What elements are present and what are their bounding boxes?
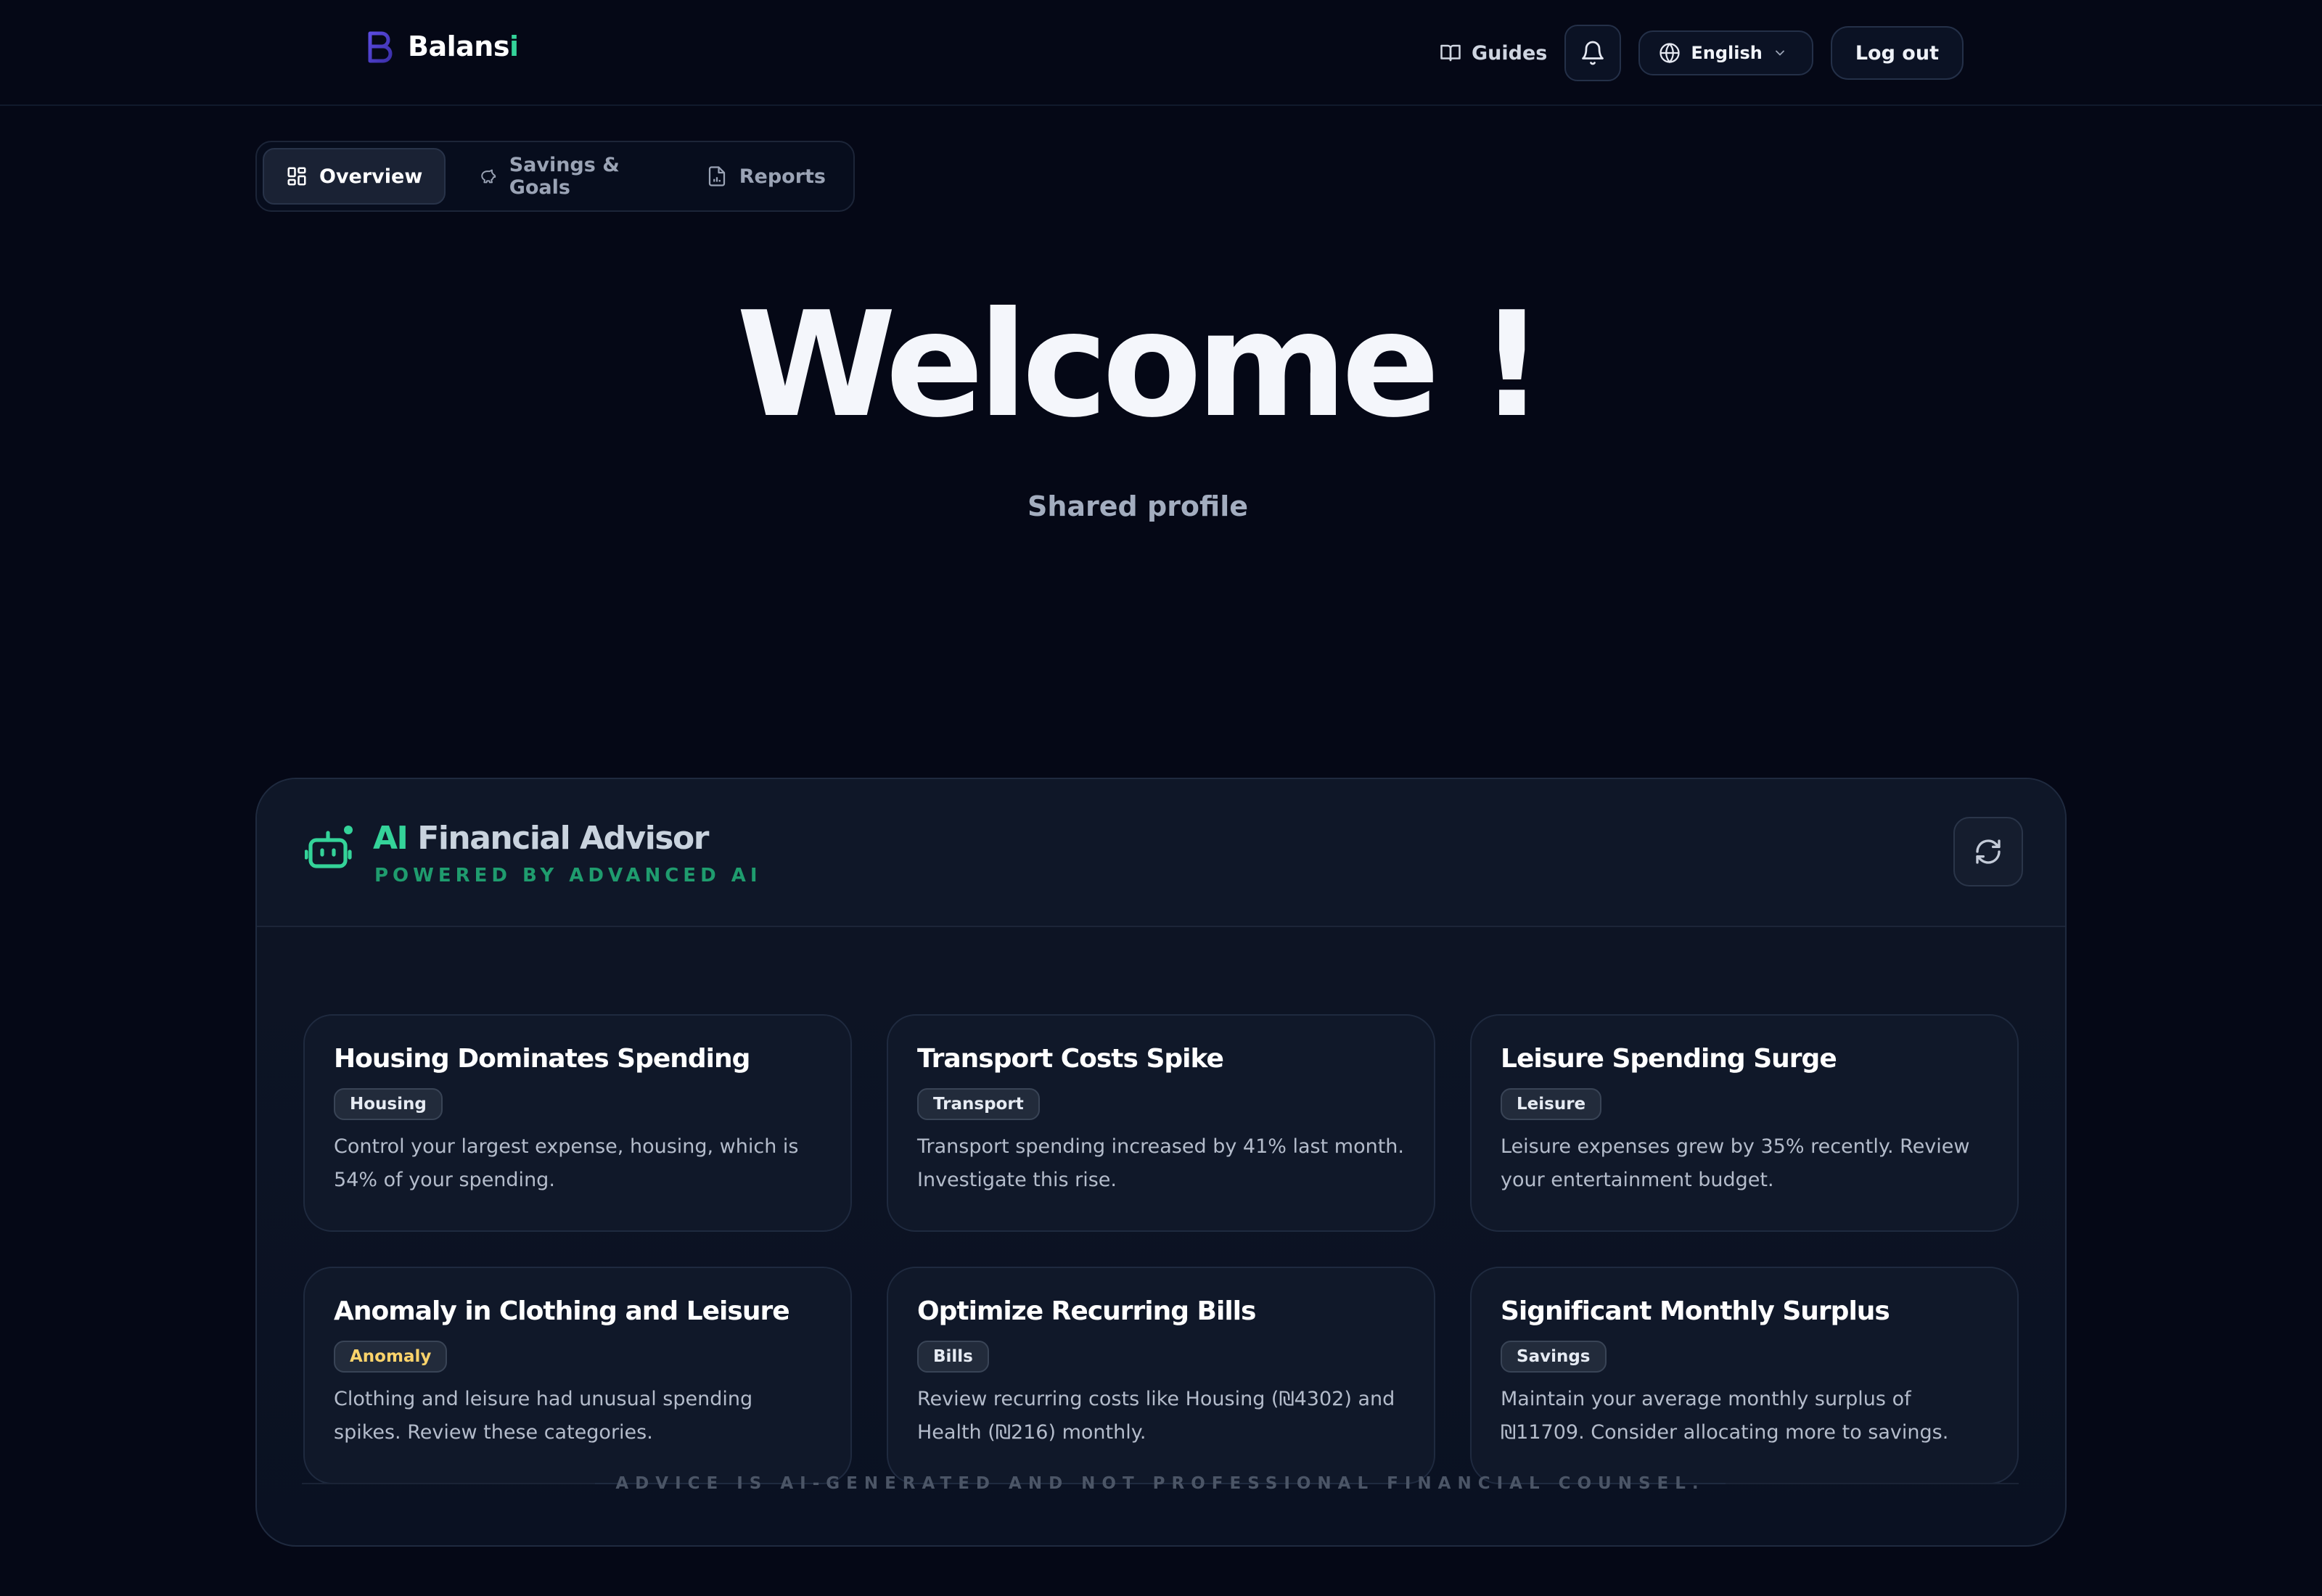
insight-card[interactable]: Anomaly in Clothing and Leisure Anomaly … (303, 1267, 852, 1484)
refresh-icon (1976, 839, 2001, 864)
main-tabs: Overview Savings & Goals Reports (255, 141, 855, 212)
insight-text: Maintain your average monthly surplus of… (1501, 1388, 1949, 1444)
insight-title: Leisure Spending Surge (1501, 1044, 1837, 1074)
robot-icon (305, 826, 353, 868)
insight-text: Leisure expenses grew by 35% recently. R… (1501, 1135, 1970, 1191)
globe-icon (1660, 43, 1680, 64)
divider (1725, 1483, 2019, 1484)
insight-card[interactable]: Significant Monthly Surplus Savings Main… (1470, 1267, 2019, 1484)
insight-card[interactable]: Housing Dominates Spending Housing Contr… (303, 1014, 852, 1232)
insight-tag: Savings (1501, 1341, 1607, 1373)
advisor-subtitle: POWERED BY ADVANCED AI (374, 865, 762, 887)
report-file-icon (708, 166, 725, 186)
divider (302, 1483, 596, 1484)
refresh-advice-button[interactable] (1953, 817, 2023, 887)
welcome-heading: Welcome ! (736, 281, 1546, 450)
insight-text: Transport spending increased by 41% last… (917, 1135, 1404, 1191)
piggy-bank-icon (481, 169, 496, 184)
insight-title: Anomaly in Clothing and Leisure (334, 1296, 790, 1326)
insight-title: Housing Dominates Spending (334, 1044, 750, 1074)
tab-label: Savings & Goals (509, 154, 620, 199)
brand-name: Balansi (408, 30, 519, 62)
bell-icon (1582, 41, 1604, 65)
disclaimer-row: ADVICE IS AI-GENERATED AND NOT PROFESSIO… (302, 1474, 2019, 1493)
insight-tag: Bills (917, 1341, 989, 1373)
ai-advisor-panel: AI Financial Advisor POWERED BY ADVANCED… (255, 778, 2067, 1547)
insight-title: Transport Costs Spike (917, 1044, 1224, 1074)
brand-logo[interactable]: Balansi (366, 29, 519, 64)
tab-savings-goals[interactable]: Savings & Goals (457, 148, 672, 205)
guides-label: Guides (1471, 41, 1548, 65)
insight-card[interactable]: Optimize Recurring Bills Bills Review re… (887, 1267, 1435, 1484)
advisor-title: AI Financial Advisor (373, 820, 709, 857)
language-selector[interactable]: English (1638, 30, 1813, 75)
insight-tag: Housing (334, 1088, 443, 1120)
tab-reports[interactable]: Reports (684, 148, 848, 205)
language-label: English (1691, 43, 1763, 63)
grid-icon (287, 167, 306, 186)
insight-card[interactable]: Leisure Spending Surge Leisure Leisure e… (1470, 1014, 2019, 1232)
tab-label: Overview (319, 165, 423, 188)
chevron-down-icon (1775, 50, 1784, 56)
logout-button[interactable]: Log out (1830, 26, 1964, 80)
guides-link[interactable]: Guides (1440, 42, 1547, 65)
brand-mark-icon (368, 31, 393, 63)
insight-tag: Transport (917, 1088, 1040, 1120)
insight-tag: Leisure (1501, 1088, 1602, 1120)
tab-overview[interactable]: Overview (263, 148, 446, 205)
insight-text: Review recurring costs like Housing (₪43… (917, 1388, 1395, 1444)
insight-tag-anomaly: Anomaly (334, 1341, 448, 1373)
insight-card[interactable]: Transport Costs Spike Transport Transpor… (887, 1014, 1435, 1232)
ai-disclaimer: ADVICE IS AI-GENERATED AND NOT PROFESSIO… (615, 1474, 1705, 1493)
top-navigation-bar: Balansi Guides English Log out (0, 0, 2322, 106)
insight-text: Clothing and leisure had unusual spendin… (334, 1388, 753, 1444)
insight-text: Control your largest expense, housing, w… (334, 1135, 799, 1191)
insight-title: Optimize Recurring Bills (917, 1296, 1256, 1326)
book-icon (1440, 44, 1461, 62)
advisor-header: AI Financial Advisor POWERED BY ADVANCED… (257, 779, 2065, 927)
profile-subtitle: Shared profile (1027, 490, 1249, 522)
notifications-button[interactable] (1564, 25, 1622, 81)
tab-label: Reports (739, 165, 826, 188)
insight-title: Significant Monthly Surplus (1501, 1296, 1890, 1326)
